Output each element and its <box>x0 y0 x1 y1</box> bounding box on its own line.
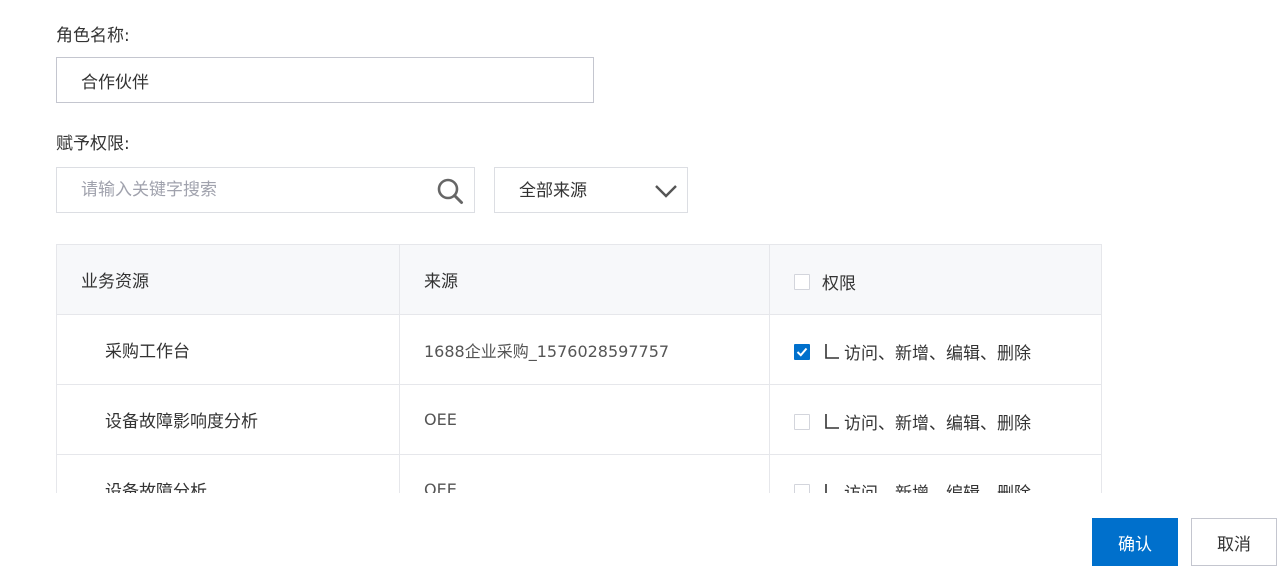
table-row: 设备故障分析 OEE 访问、新增、编辑、删除 <box>57 454 1101 493</box>
cancel-button[interactable]: 取消 <box>1191 518 1277 566</box>
table-row: 采购工作台 1688企业采购_1576028597757 访问、新增、编辑、删除 <box>57 314 1101 385</box>
row-checkbox[interactable] <box>794 483 810 493</box>
source-select-value: 全部来源 <box>519 181 587 201</box>
row-checkbox[interactable] <box>794 343 810 360</box>
row-permission: 访问、新增、编辑、删除 <box>844 414 1031 434</box>
row-resource: 采购工作台 <box>57 314 400 385</box>
search-box <box>56 167 475 213</box>
select-all-checkbox[interactable] <box>794 273 810 290</box>
search-icon[interactable] <box>436 177 464 205</box>
check-icon <box>796 347 808 357</box>
source-select[interactable]: 全部来源 <box>494 167 688 213</box>
row-resource: 设备故障影响度分析 <box>57 384 400 455</box>
row-checkbox[interactable] <box>794 413 810 430</box>
tree-branch-icon <box>825 413 839 429</box>
table-header-row: 业务资源 来源 权限 <box>57 245 1101 315</box>
grant-permission-label: 赋予权限: <box>56 134 130 154</box>
row-resource: 设备故障分析 <box>57 454 400 493</box>
header-permission-label: 权限 <box>822 274 856 294</box>
permission-table: 业务资源 来源 权限 采购工作台 1688企业采购_1576028597757 <box>56 244 1102 493</box>
tree-branch-icon <box>825 343 839 359</box>
header-resource: 业务资源 <box>57 245 400 315</box>
row-permission: 访问、新增、编辑、删除 <box>844 344 1031 364</box>
role-name-input[interactable] <box>56 57 594 103</box>
tree-branch-icon <box>825 483 827 493</box>
row-source: 1688企业采购_1576028597757 <box>399 314 770 385</box>
search-input[interactable] <box>57 168 427 212</box>
header-source: 来源 <box>399 245 770 315</box>
header-permission: 权限 <box>769 245 1101 315</box>
chevron-down-icon <box>655 185 677 198</box>
row-source: OEE <box>399 384 770 455</box>
table-row: 设备故障影响度分析 OEE 访问、新增、编辑、删除 <box>57 384 1101 455</box>
row-permission: 访问、新增、编辑、删除 <box>844 479 1031 493</box>
confirm-button[interactable]: 确认 <box>1092 518 1178 566</box>
role-name-label: 角色名称: <box>56 26 130 46</box>
row-source: OEE <box>399 454 770 493</box>
